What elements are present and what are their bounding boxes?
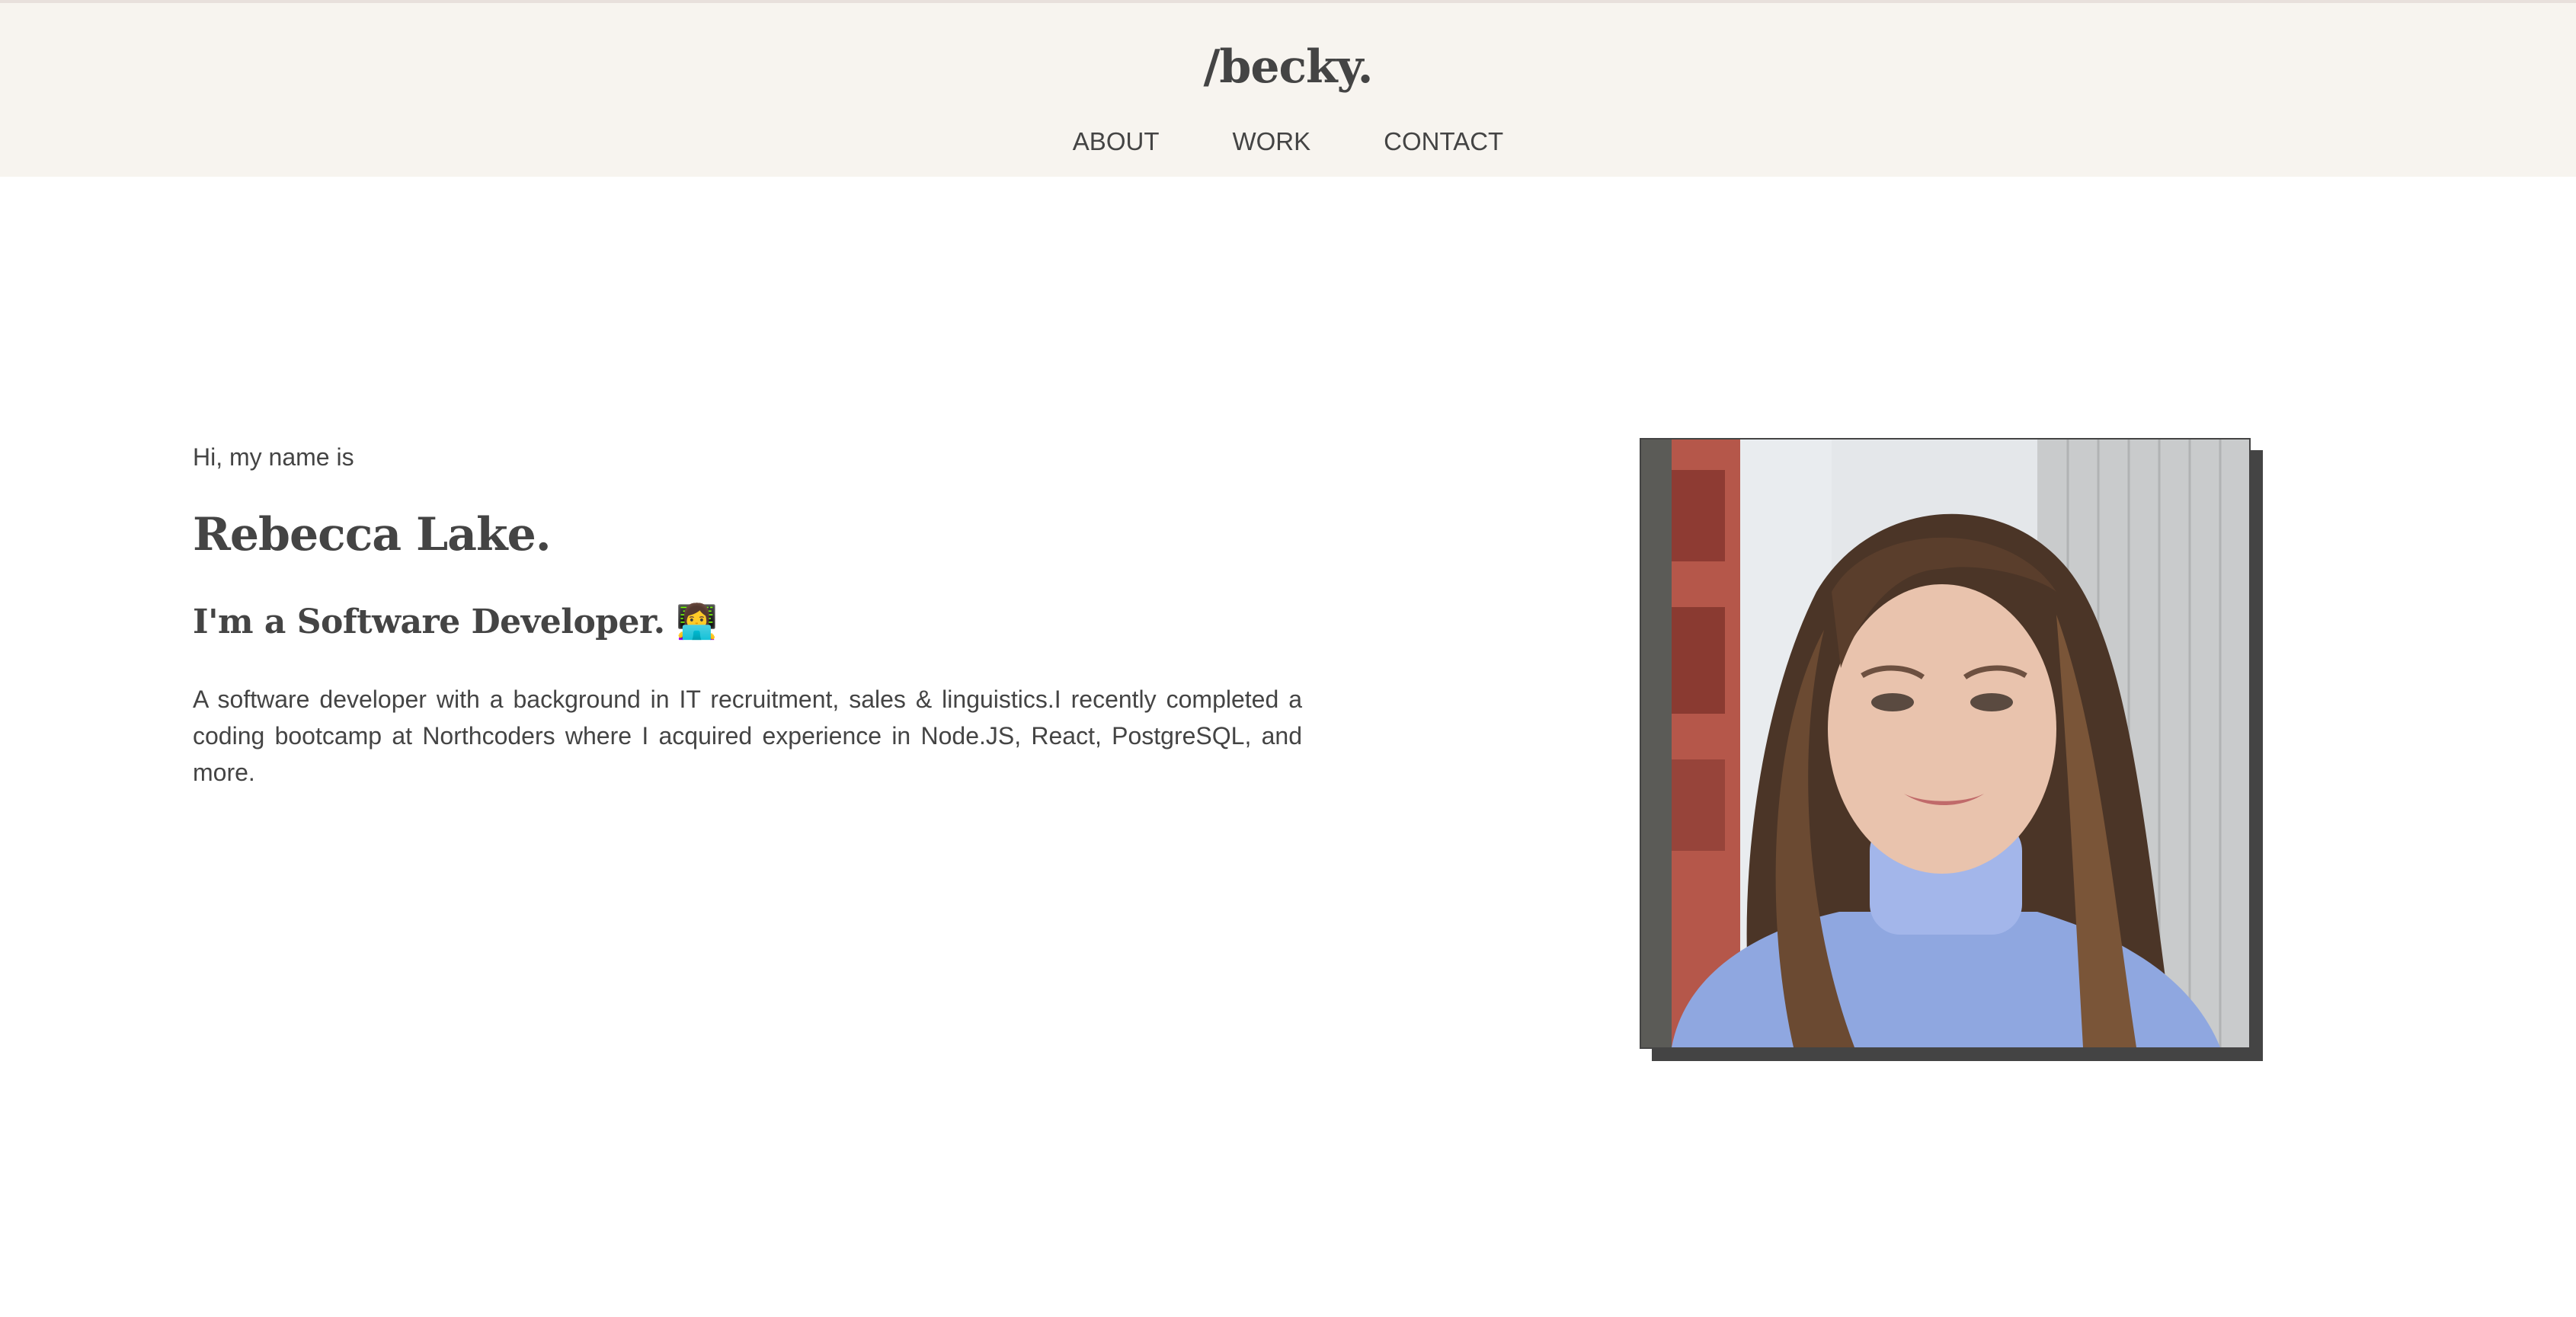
nav-contact-link[interactable]: CONTACT [1384,123,1503,160]
main-nav: ABOUT WORK CONTACT [0,123,2576,160]
greeting-text: Hi, my name is [193,443,354,471]
site-logo-title[interactable]: /becky. [0,35,2576,99]
portrait-illustration [1641,440,2249,1047]
bio-paragraph: A software developer with a background i… [193,686,1302,786]
nav-about-link[interactable]: ABOUT [1073,123,1160,160]
nav-work-link[interactable]: WORK [1232,123,1310,160]
name-heading: Rebecca Lake. [193,508,552,561]
profile-photo-frame [1640,438,2263,1061]
profile-photo [1640,438,2251,1049]
site-header: /becky. ABOUT WORK CONTACT [0,0,2576,177]
intro-section: Hi, my name is Rebecca Lake. I'm a Softw… [193,440,1302,791]
role-heading: I'm a Software Developer. 👩‍💻 [193,603,718,641]
